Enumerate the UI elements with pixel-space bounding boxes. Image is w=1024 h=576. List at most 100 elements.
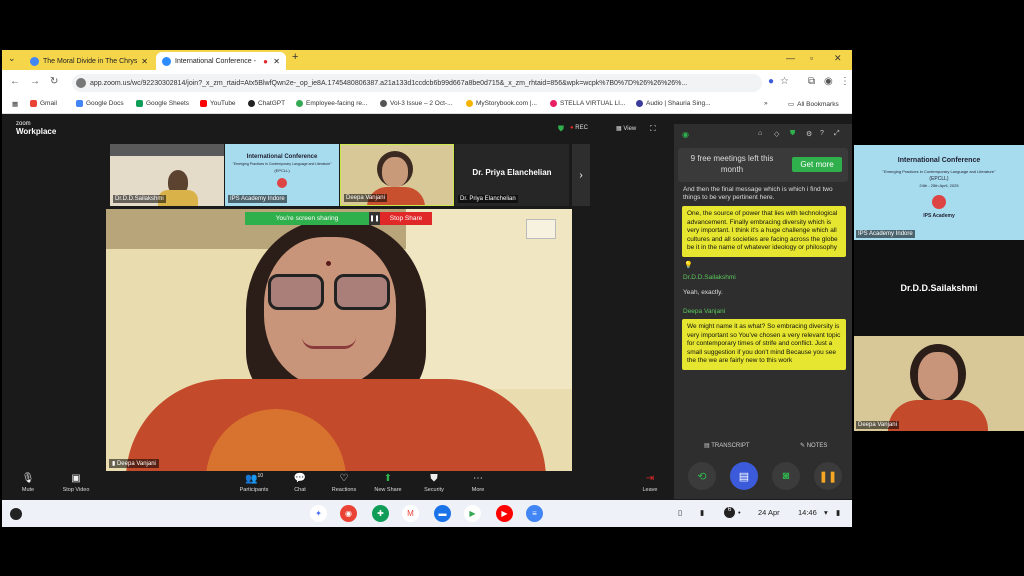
forward-icon[interactable]: →: [30, 76, 40, 87]
view-button[interactable]: ▦ View: [616, 125, 636, 132]
share-screen-icon: ⬆: [383, 473, 393, 484]
restore-icon[interactable]: ▫: [810, 53, 813, 63]
stop-video-button[interactable]: ▣ Stop Video: [56, 473, 96, 493]
minimize-icon[interactable]: —: [786, 53, 795, 63]
leave-button[interactable]: ⇥ Leave: [630, 473, 670, 493]
tab-transcript[interactable]: ▤ TRANSCRIPT: [704, 442, 750, 449]
participant-tile-active[interactable]: Deepa Vanjani: [340, 144, 454, 206]
home-icon[interactable]: ⌂: [758, 130, 762, 137]
play-store-icon[interactable]: ▶: [464, 505, 481, 522]
eraser-icon[interactable]: ◇: [774, 130, 779, 138]
participant-tile[interactable]: International Conference "Emerging Pract…: [225, 144, 339, 206]
more-button[interactable]: ⋯ More: [458, 473, 498, 493]
recording-indicator[interactable]: ● REC: [570, 125, 588, 131]
transcript-speaker: Deepa Vanjani: [683, 307, 726, 315]
document-icon[interactable]: ▤: [730, 462, 758, 490]
reactions-button[interactable]: ♡ Reactions: [324, 473, 364, 493]
site-info-icon[interactable]: [76, 78, 86, 88]
extensions-puzzle-icon[interactable]: ⧉: [808, 76, 815, 87]
browser-window: ⌄ The Moral Divide in The Chrys ✕ Intern…: [2, 50, 852, 527]
site-icon: [550, 100, 557, 107]
wifi-icon[interactable]: ▾: [824, 508, 828, 517]
bookmark-chatgpt[interactable]: ChatGPT: [248, 100, 285, 107]
menu-dots-icon[interactable]: ⋮: [840, 76, 850, 87]
settings-icon[interactable]: ⚙: [806, 130, 812, 138]
tab-moral-divide[interactable]: The Moral Divide in The Chrys ✕: [24, 52, 154, 70]
transcript-message: Yeah, exactly.: [683, 288, 723, 296]
pause-share-icon[interactable]: ❚❚: [369, 212, 380, 225]
folder-icon: ▭: [788, 101, 795, 108]
get-more-button[interactable]: Get more: [792, 157, 842, 172]
tab-bar: ⌄ The Moral Divide in The Chrys ✕ Intern…: [2, 50, 852, 70]
dot-icon: •: [738, 508, 741, 517]
bookmark-google-docs[interactable]: Google Docs: [76, 100, 124, 107]
bookmark-star-icon[interactable]: ☆: [780, 76, 789, 87]
right-video-label: Deepa Vanjani: [856, 421, 899, 429]
reload-icon[interactable]: ↻: [50, 76, 58, 87]
battery-icon[interactable]: ▮: [836, 508, 840, 517]
docs-icon[interactable]: ≡: [526, 505, 543, 522]
apps-grid-icon[interactable]: ▦: [12, 100, 18, 108]
shield-icon: ⛊: [430, 473, 438, 484]
right-name-tile: Dr.D.D.Sailakshmi: [854, 240, 1024, 336]
main-video[interactable]: ▮ Deepa Vanjani: [106, 209, 572, 471]
new-share-button[interactable]: ⬆ New Share: [368, 473, 408, 493]
chat-button[interactable]: 💬 Chat: [280, 473, 320, 493]
gmail-icon[interactable]: M: [402, 505, 419, 522]
bookmark-google-sheets[interactable]: Google Sheets: [136, 100, 189, 107]
close-window-icon[interactable]: ✕: [834, 53, 842, 64]
tab-search-icon[interactable]: ⌄: [8, 53, 16, 64]
expand-icon[interactable]: ⤢: [834, 130, 840, 138]
participants-button[interactable]: 👥10 Participants: [234, 473, 274, 493]
clipboard-icon[interactable]: ▯: [678, 508, 682, 517]
tab-international-conference[interactable]: International Conference - ● ✕: [156, 52, 286, 70]
new-tab-button[interactable]: +: [292, 51, 298, 63]
help-icon[interactable]: ?: [820, 130, 824, 137]
security-button[interactable]: ⛊ Security: [414, 473, 454, 493]
camera-icon[interactable]: ◙: [772, 462, 800, 490]
next-page-icon[interactable]: ›: [572, 144, 590, 206]
bookmark-gmail[interactable]: Gmail: [30, 100, 57, 107]
bookmark-audio[interactable]: Audio | Shauria Sing...: [636, 100, 711, 107]
shield-icon[interactable]: ⛊: [790, 130, 795, 138]
fullscreen-icon[interactable]: ⛶: [650, 124, 656, 134]
time-display[interactable]: 14:46: [798, 508, 817, 517]
bookmark-stella[interactable]: STELLA VIRTUAL LI...: [550, 100, 625, 107]
shield-icon[interactable]: ⛊: [558, 124, 564, 134]
close-tab-icon[interactable]: ✕: [273, 57, 280, 66]
meeting-toolbar: 🎙 Mute ▣ Stop Video 👥10 Participants 💬 Chat …: [2, 471, 674, 499]
chat-icon: 💬: [293, 473, 307, 484]
chrome-icon[interactable]: ◉: [340, 505, 357, 522]
slide-title: International Conference: [897, 157, 981, 164]
pause-icon[interactable]: ❚❚: [814, 462, 842, 490]
notification-count-icon[interactable]: 6: [724, 507, 735, 518]
launcher-icon[interactable]: [10, 508, 22, 520]
youtube-icon[interactable]: ▶: [496, 505, 513, 522]
back-icon[interactable]: ←: [10, 76, 20, 87]
bookmark-mystorybook[interactable]: MyStorybook.com |...: [466, 100, 537, 107]
participant-tile[interactable]: Dr. Priya Elanchelian Dr. Priya Elanchel…: [455, 144, 569, 206]
stop-share-button[interactable]: Stop Share: [380, 212, 432, 225]
phone-icon[interactable]: ▮: [700, 508, 704, 517]
apps-icon[interactable]: ✚: [372, 505, 389, 522]
date-display[interactable]: 24 Apr: [758, 508, 780, 517]
transcript-list[interactable]: And then the final message which is whic…: [678, 184, 848, 436]
gemini-icon[interactable]: ✦: [310, 505, 327, 522]
bookmark-youtube[interactable]: YouTube: [200, 100, 236, 107]
all-bookmarks[interactable]: ▭ All Bookmarks: [788, 100, 839, 109]
tab-notes[interactable]: ✎ NOTES: [800, 442, 827, 449]
transcript-message-highlight: We might name it as what? So embracing d…: [682, 318, 846, 370]
bookmark-vol3[interactable]: Vol-3 Issue – 2 Oct-...: [380, 100, 453, 107]
extension-icon[interactable]: ●: [768, 76, 774, 87]
mute-button[interactable]: 🎙 Mute: [8, 473, 48, 493]
profile-icon[interactable]: ◉: [824, 76, 833, 87]
reactions-label: Reactions: [331, 487, 357, 493]
close-tab-icon[interactable]: ✕: [141, 57, 148, 66]
bookmark-employee[interactable]: Employee-facing re...: [296, 100, 367, 107]
stop-video-label: Stop Video: [62, 487, 90, 493]
share-icon[interactable]: ⟲: [688, 462, 716, 490]
address-bar[interactable]: app.zoom.us/wc/92230302814/join?_x_zm_rt…: [72, 74, 762, 92]
bookmarks-overflow-icon[interactable]: »: [764, 100, 768, 107]
files-icon[interactable]: ▬: [434, 505, 451, 522]
participant-tile[interactable]: Dr.D.D.Sailakshmi: [110, 144, 224, 206]
